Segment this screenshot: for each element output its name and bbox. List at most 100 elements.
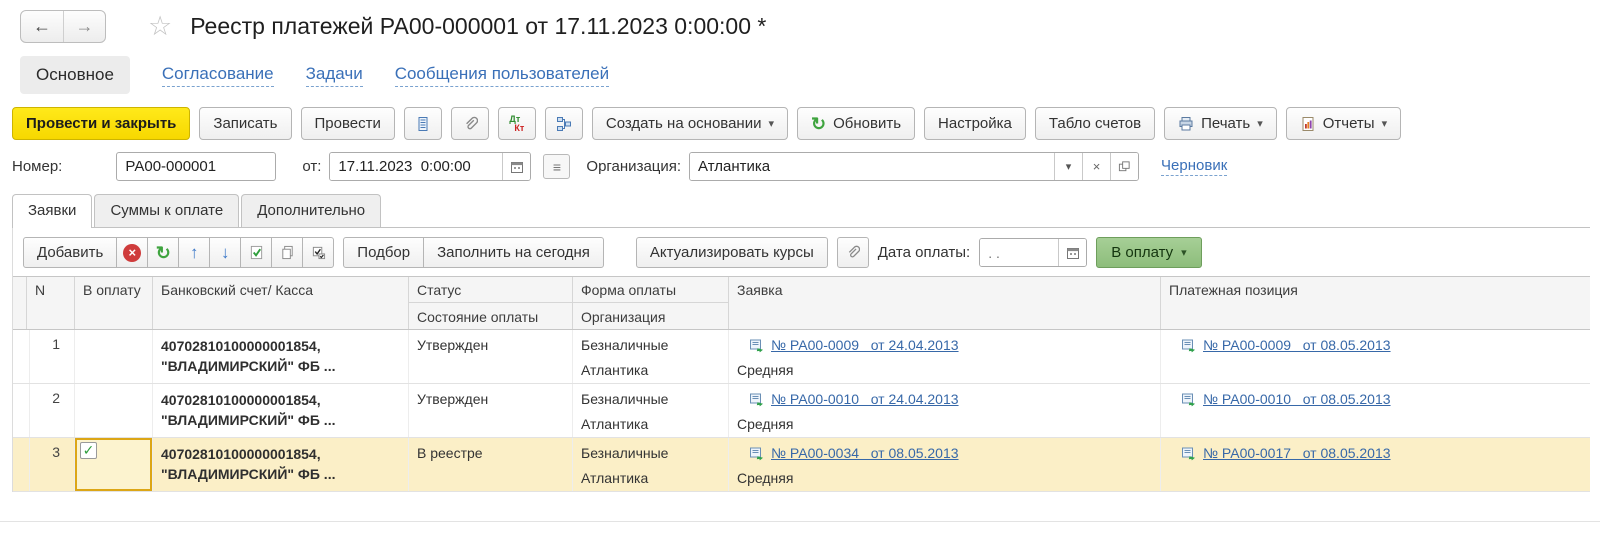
pay-form-cell[interactable]: Безналичные Атлантика [573, 384, 729, 437]
status-cell[interactable]: Утвержден [409, 384, 573, 437]
pay-position-cell[interactable]: № РА00-0009 от 08.05.2013 [1161, 330, 1590, 383]
document-fields: Номер: от: ≡ Организация: ▾ × Черновик [0, 152, 1600, 181]
tab-user-messages[interactable]: Сообщения пользователей [395, 64, 609, 87]
set-flag-button[interactable] [240, 237, 272, 268]
document-open-icon [749, 338, 765, 353]
requests-tab-content: Добавить × ↻ ↑ ↓ [12, 227, 1590, 492]
pay-position-link[interactable]: № РА00-0009 от 08.05.2013 [1203, 336, 1391, 354]
to-payment-button[interactable]: В оплату ▾ [1096, 237, 1201, 268]
register-list-button[interactable]: ≡ [543, 154, 570, 179]
toggle-flags-button[interactable] [302, 237, 334, 268]
refresh-icon: ↻ [156, 244, 171, 262]
organization-dropdown-button[interactable]: ▾ [1054, 153, 1082, 180]
table-toolbar: Добавить × ↻ ↑ ↓ [13, 237, 1590, 268]
pick-button[interactable]: Подбор [343, 237, 424, 268]
chevron-down-icon: ▾ [1257, 117, 1263, 130]
chevron-down-icon: ▾ [768, 117, 774, 130]
table-row[interactable]: 1 40702810100000001854, "ВЛАДИМИРСКИЙ" Ф… [13, 330, 1590, 384]
to-pay-cell[interactable] [75, 330, 153, 383]
to-pay-cell[interactable] [75, 384, 153, 437]
back-button[interactable]: ← [21, 11, 63, 42]
to-pay-checkbox[interactable]: ✓ [80, 442, 97, 459]
update-rates-button[interactable]: Актуализировать курсы [636, 237, 828, 268]
requests-table: N В оплату Банковский счет/ Касса Статус… [13, 276, 1590, 492]
debit-credit-button[interactable]: ДтКт [498, 107, 536, 140]
forward-button[interactable]: → [63, 11, 105, 42]
move-up-button[interactable]: ↑ [178, 237, 210, 268]
tab-main[interactable]: Основное [20, 56, 130, 94]
to-pay-cell[interactable]: ✓ [75, 438, 153, 491]
document-structure-button[interactable] [545, 107, 583, 140]
window-bottom-border [0, 521, 1600, 522]
pay-position-cell[interactable]: № РА00-0010 от 08.05.2013 [1161, 384, 1590, 437]
account-cell[interactable]: 40702810100000001854, "ВЛАДИМИРСКИЙ" ФБ … [153, 330, 409, 383]
header-account[interactable]: Банковский счет/ Касса [153, 277, 409, 329]
pay-form-cell[interactable]: Безналичные Атлантика [573, 330, 729, 383]
post-and-close-button[interactable]: Провести и закрыть [12, 107, 190, 140]
number-field[interactable] [116, 152, 276, 181]
add-row-button[interactable]: Добавить [23, 237, 117, 268]
request-cell[interactable]: № РА00-0034 от 08.05.2013 Средняя [729, 438, 1161, 491]
create-based-on-button[interactable]: Создать на основании ▾ [592, 107, 788, 140]
document-open-icon [1181, 446, 1197, 461]
post-button[interactable]: Провести [301, 107, 395, 140]
refresh-rows-button[interactable]: ↻ [147, 237, 179, 268]
reports-button[interactable]: Отчеты ▾ [1286, 107, 1401, 140]
attachments-button[interactable] [451, 107, 489, 140]
settings-button[interactable]: Настройка [924, 107, 1026, 140]
table-row[interactable]: 2 40702810100000001854, "ВЛАДИМИРСКИЙ" Ф… [13, 384, 1590, 438]
pay-position-link[interactable]: № РА00-0017 от 08.05.2013 [1203, 444, 1391, 462]
payment-date-calendar-button[interactable] [1058, 239, 1086, 266]
table-row-selected[interactable]: 3 ✓ 40702810100000001854, "ВЛАДИМИРСКИЙ"… [13, 438, 1590, 492]
favorite-star-icon[interactable]: ☆ [148, 13, 172, 40]
organization-field[interactable] [690, 153, 1054, 180]
organization-open-button[interactable] [1110, 153, 1138, 180]
row-num: 1 [27, 330, 75, 383]
clear-x-icon: × [1093, 159, 1101, 174]
history-nav: ← → [20, 10, 106, 43]
save-button[interactable]: Записать [199, 107, 291, 140]
draft-status-link[interactable]: Черновик [1161, 157, 1227, 176]
organization-clear-button[interactable]: × [1082, 153, 1110, 180]
request-cell[interactable]: № РА00-0009 от 24.04.2013 Средняя [729, 330, 1161, 383]
account-cell[interactable]: 40702810100000001854, "ВЛАДИМИРСКИЙ" ФБ … [153, 438, 409, 491]
calendar-button[interactable] [502, 153, 530, 180]
request-cell[interactable]: № РА00-0010 от 24.04.2013 Средняя [729, 384, 1161, 437]
account-cell[interactable]: 40702810100000001854, "ВЛАДИМИРСКИЙ" ФБ … [153, 384, 409, 437]
payment-date-field[interactable] [980, 239, 1058, 266]
tab-approval[interactable]: Согласование [162, 64, 274, 87]
document-open-icon [1181, 392, 1197, 407]
header-pay-position[interactable]: Платежная позиция [1161, 277, 1590, 329]
delete-row-button[interactable]: × [116, 237, 148, 268]
register-records-button[interactable] [404, 107, 442, 140]
list-icon: ≡ [553, 159, 561, 175]
header-request[interactable]: Заявка [729, 277, 1161, 329]
header-status[interactable]: Статус Состояние оплаты [409, 277, 573, 329]
refresh-button[interactable]: ↻ Обновить [797, 107, 915, 140]
tab-tasks[interactable]: Задачи [306, 64, 363, 87]
request-link[interactable]: № РА00-0009 от 24.04.2013 [771, 336, 959, 354]
subtab-amounts[interactable]: Суммы к оплате [94, 194, 239, 227]
request-link[interactable]: № РА00-0010 от 24.04.2013 [771, 390, 959, 408]
status-cell[interactable]: Утвержден [409, 330, 573, 383]
status-cell[interactable]: В реестре [409, 438, 573, 491]
subtab-requests[interactable]: Заявки [12, 194, 92, 228]
row-attachments-button[interactable] [837, 237, 869, 268]
print-button[interactable]: Печать ▾ [1164, 107, 1277, 140]
request-link[interactable]: № РА00-0034 от 08.05.2013 [771, 444, 959, 462]
fill-today-button[interactable]: Заполнить на сегодня [423, 237, 604, 268]
register-icon [415, 116, 431, 132]
row-num: 3 [27, 438, 75, 491]
header-num[interactable]: N [27, 277, 75, 329]
subtab-additional[interactable]: Дополнительно [241, 194, 381, 227]
row-num: 2 [27, 384, 75, 437]
accounts-board-button[interactable]: Табло счетов [1035, 107, 1155, 140]
header-to-pay[interactable]: В оплату [75, 277, 153, 329]
date-field[interactable] [330, 153, 502, 180]
pay-form-cell[interactable]: Безналичные Атлантика [573, 438, 729, 491]
pay-position-link[interactable]: № РА00-0010 от 08.05.2013 [1203, 390, 1391, 408]
copy-row-button[interactable] [271, 237, 303, 268]
move-down-button[interactable]: ↓ [209, 237, 241, 268]
pay-position-cell[interactable]: № РА00-0017 от 08.05.2013 [1161, 438, 1590, 491]
header-pay-form[interactable]: Форма оплаты Организация [573, 277, 729, 329]
